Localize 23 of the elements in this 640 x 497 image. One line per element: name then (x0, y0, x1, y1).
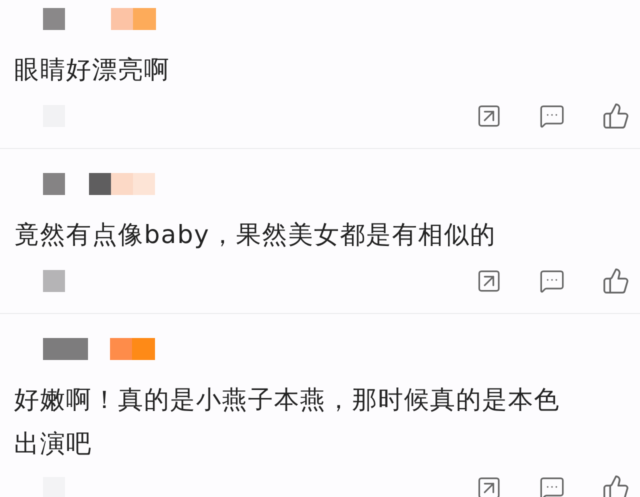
share-button[interactable] (476, 103, 502, 129)
redacted-name (43, 338, 88, 360)
comment-text: 好嫩啊！真的是小燕子本燕，那时候真的是本色出演吧 (13, 384, 561, 460)
comment-button[interactable] (539, 268, 565, 294)
share-button[interactable] (476, 475, 502, 497)
redacted-name (43, 8, 65, 30)
like-button[interactable] (602, 267, 630, 295)
share-button[interactable] (476, 268, 502, 294)
like-button[interactable] (602, 102, 630, 130)
redacted-name (133, 173, 155, 195)
redacted-name (132, 338, 155, 360)
redacted-name (110, 338, 132, 360)
redacted-time (43, 270, 65, 292)
comment-text: 眼睛好漂亮啊 (13, 54, 171, 86)
comment-button[interactable] (539, 103, 565, 129)
comment-button[interactable] (539, 475, 565, 497)
redacted-name (111, 8, 133, 30)
comment-text: 竟然有点像baby，果然美女都是有相似的 (13, 219, 497, 251)
redacted-name (133, 8, 156, 30)
redacted-name (43, 173, 65, 195)
redacted-name (111, 173, 133, 195)
like-button[interactable] (602, 474, 630, 497)
redacted-name (89, 173, 111, 195)
